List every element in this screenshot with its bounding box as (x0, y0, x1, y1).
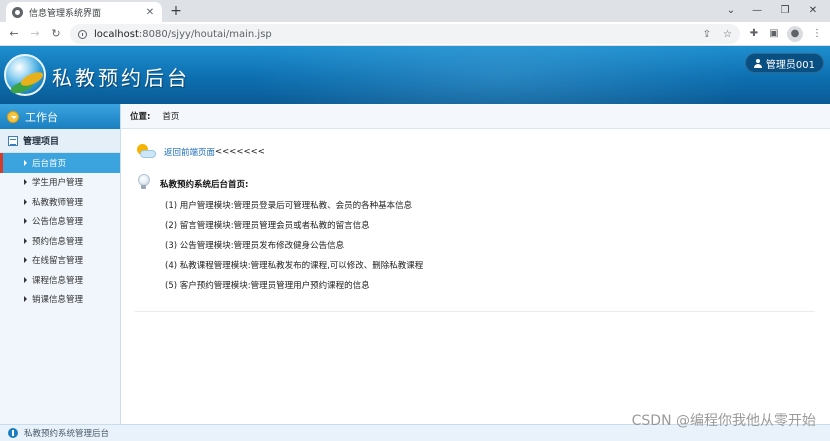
caret-right-icon (24, 159, 27, 166)
back-arrow-icon[interactable]: ← (6, 26, 22, 42)
sidebar-item-label: 销课信息管理 (32, 295, 84, 306)
list-item: (3) 公告管理模块:管理员发布修改健身公告信息 (165, 241, 345, 251)
main-content: 位置: 首页 返回前端页面 <<<<<<< 私教预约系统后台首页: (1) 用户… (121, 104, 830, 424)
browser-toolbar: ← → ↻ localhost:8080/sjyy/houtai/main.js… (0, 22, 830, 46)
caret-right-icon (24, 179, 27, 186)
reload-icon[interactable]: ↻ (48, 26, 64, 42)
back-to-frontend-row: 返回前端页面 <<<<<<< (135, 144, 265, 160)
caret-right-icon (24, 296, 27, 303)
list-item: (2) 留言管理模块:管理员管理会员或者私教的留言信息 (165, 221, 370, 231)
sidebar-item-teachers[interactable]: 私教教师管理 (0, 192, 120, 212)
list-item: (5) 客户预约管理模块:管理员管理用户预约课程的信息 (165, 281, 370, 291)
breadcrumb: 位置: 首页 (121, 104, 830, 129)
breadcrumb-label: 位置: (130, 112, 151, 122)
section-header[interactable]: 管理项目 (0, 129, 120, 153)
site-info-icon[interactable] (78, 29, 87, 39)
sidebar-item-home[interactable]: 后台首页 (0, 153, 120, 173)
sidebar-item-reservations[interactable]: 预约信息管理 (0, 231, 120, 251)
section-label: 管理项目 (23, 137, 60, 147)
list-icon (8, 135, 18, 146)
profile-avatar-icon[interactable]: ● (787, 26, 803, 42)
breadcrumb-current: 首页 (162, 112, 180, 122)
sidebar-item-announcements[interactable]: 公告信息管理 (0, 212, 120, 232)
caret-right-icon (24, 237, 27, 244)
tab-search-icon[interactable]: ⌄ (718, 2, 744, 20)
sidebar-item-label: 公告信息管理 (32, 217, 84, 228)
url-host: localhost (94, 28, 139, 40)
kebab-menu-icon[interactable]: ⋮ (809, 26, 825, 42)
globe-icon (12, 6, 23, 18)
sidebar-item-courses[interactable]: 课程信息管理 (0, 270, 120, 290)
share-icon[interactable]: ⇪ (703, 29, 711, 40)
new-tab-button[interactable]: + (168, 3, 184, 19)
watermark: CSDN @编程你我他从零开始 (631, 413, 816, 429)
sidebar-item-label: 后台首页 (32, 158, 67, 169)
back-arrows: <<<<<<< (215, 147, 265, 157)
close-window-button[interactable]: ✕ (800, 2, 826, 20)
url-text[interactable]: localhost:8080/sjyy/houtai/main.jsp (94, 29, 691, 40)
close-tab-icon[interactable]: ✕ (144, 7, 156, 18)
extensions-puzzle-icon[interactable]: ✚ (746, 26, 762, 42)
workbench-header[interactable]: 工作台 (0, 104, 120, 129)
list-item: (1) 用户管理模块:管理员登录后可管理私教、会员的各种基本信息 (165, 201, 413, 211)
tab-title: 信息管理系统界面 (29, 8, 102, 19)
user-icon (753, 58, 762, 68)
sidebar-item-label: 学生用户管理 (32, 178, 84, 189)
sidebar-item-cancellations[interactable]: 销课信息管理 (0, 290, 120, 310)
caret-right-icon (24, 218, 27, 225)
caret-right-icon (24, 198, 27, 205)
address-bar[interactable]: localhost:8080/sjyy/houtai/main.jsp ⇪ ☆ (70, 24, 740, 44)
sidebar-item-label: 课程信息管理 (32, 275, 84, 286)
forward-arrow-icon[interactable]: → (27, 26, 43, 42)
browser-tabstrip: 信息管理系统界面 ✕ + ⌄ — ❐ ✕ (0, 0, 830, 22)
back-to-frontend-link[interactable]: 返回前端页面 (164, 146, 215, 158)
browser-tab[interactable]: 信息管理系统界面 ✕ (6, 2, 162, 22)
divider (135, 311, 815, 312)
user-name: 管理员001 (765, 59, 815, 71)
url-path: :8080/sjyy/houtai/main.jsp (138, 28, 272, 40)
restore-button[interactable]: ❐ (772, 2, 798, 20)
logo-globe-icon (4, 54, 46, 96)
sidebar-item-label: 在线留言管理 (32, 256, 84, 267)
system-title: 私教预约后台 (52, 66, 190, 90)
workbench-label: 工作台 (25, 110, 58, 124)
info-circle-icon (8, 428, 18, 438)
intro-title: 私教预约系统后台首页: (160, 180, 249, 190)
sidebar-item-messages[interactable]: 在线留言管理 (0, 251, 120, 271)
sidebar-item-label: 预约信息管理 (32, 236, 84, 247)
weather-cloud-icon (135, 144, 157, 160)
lightbulb-icon (137, 174, 150, 190)
bookmark-star-icon[interactable]: ☆ (723, 29, 732, 40)
caret-right-icon (24, 257, 27, 264)
sidebar: 工作台 管理项目 后台首页 学生用户管理 私教教师管理 公告信息管理 预约信息管… (0, 104, 121, 424)
sidebar-item-students[interactable]: 学生用户管理 (0, 173, 120, 193)
chevron-down-circle-icon (7, 110, 19, 123)
status-text: 私教预约系统管理后台 (24, 429, 110, 439)
side-panel-icon[interactable]: ▣ (766, 26, 782, 42)
caret-right-icon (24, 276, 27, 283)
intro-list: (1) 用户管理模块:管理员登录后可管理私教、会员的各种基本信息 (2) 留言管… (165, 200, 423, 300)
app-header: 私教预约后台 管理员001 (0, 46, 830, 104)
sidebar-item-label: 私教教师管理 (32, 197, 84, 208)
user-badge[interactable]: 管理员001 (744, 53, 824, 73)
list-item: (4) 私教课程管理模块:管理私教发布的课程,可以修改、删除私教课程 (165, 261, 424, 271)
minimize-button[interactable]: — (744, 2, 770, 20)
